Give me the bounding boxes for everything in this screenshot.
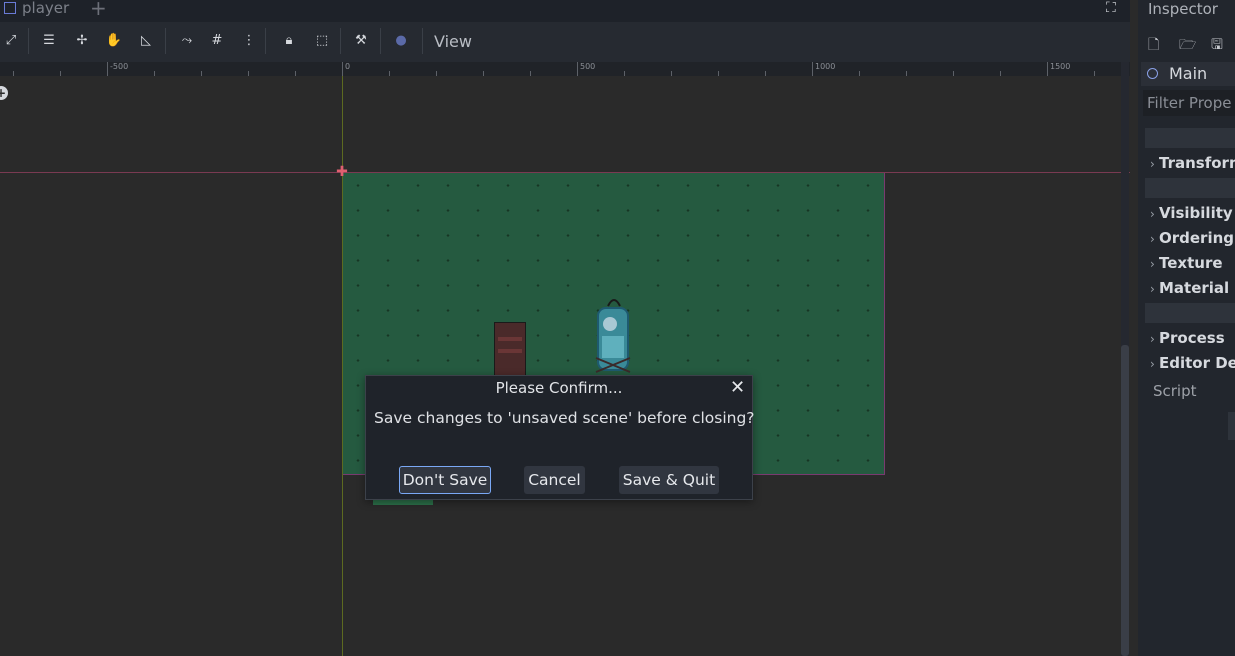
grid-snap-icon[interactable]: # [208,30,226,50]
inspected-node-label: Main [1169,64,1208,83]
camera-override-icon[interactable]: ● [392,30,410,50]
x-axis-guide [0,172,1130,173]
section-label: Editor Des [1159,354,1235,372]
ruler-icon[interactable]: ◺ [137,30,155,50]
section-material[interactable]: › Material [1150,279,1229,297]
more-options-icon[interactable]: ⋮ [240,30,258,50]
toolbar-divider [422,28,423,54]
section-process[interactable]: › Process [1150,329,1225,347]
ruler-major-tick [1047,62,1048,76]
tab-player-label: player [22,0,70,17]
toolbar-divider [380,28,381,54]
pan-hand-icon[interactable]: ✋ [105,30,123,50]
ruler-label: 500 [580,62,596,71]
group-icon[interactable]: ⬚ [313,30,331,50]
section-label: Ordering [1159,229,1235,247]
scrollbar-thumb[interactable] [1121,345,1129,656]
script-property-label: Script [1153,382,1197,400]
toolbar-divider [28,28,29,54]
ruler-major-tick [812,62,813,76]
dialog-message: Save changes to 'unsaved scene' before c… [374,409,755,427]
chevron-right-icon: › [1150,257,1155,271]
inspector-title[interactable]: Inspector [1148,0,1218,18]
ruler-major-tick [577,62,578,76]
ruler-major-tick [342,62,343,76]
origin-crosshair-icon: ✚ [336,164,348,180]
lock-icon[interactable]: 🔒︎ [280,30,298,50]
section-label: Transform [1159,154,1235,172]
y-axis-guide [342,76,343,656]
save-icon[interactable]: 🖫 [1211,34,1223,58]
section-visibility[interactable]: › Visibility [1150,204,1233,222]
fullscreen-icon[interactable]: ⛶ [1106,0,1116,16]
dialog-title: Please Confirm... [495,379,623,397]
toolbar-divider [165,28,166,54]
player-sprite[interactable] [592,292,634,376]
chevron-right-icon: › [1150,357,1155,371]
new-resource-icon[interactable]: 🗋 [1148,34,1159,58]
tab-player[interactable]: player [0,0,70,17]
category-header[interactable] [1145,303,1235,323]
section-label: Texture [1159,254,1223,272]
node-icon [1147,68,1158,79]
node2d-icon [4,2,16,14]
section-label: Material [1159,279,1230,297]
canvas-toolbar [0,22,1130,62]
add-tab-button[interactable]: + [90,0,107,20]
list-select-icon[interactable]: ☰ [40,30,58,50]
horizontal-ruler: -500 0 500 1000 1500 [0,62,1130,77]
chevron-right-icon: › [1150,232,1155,246]
ruler-label: 1000 [815,62,836,71]
toolbar-divider [340,28,341,54]
scene-tab-bar [0,0,1130,22]
script-property-field[interactable] [1228,412,1235,440]
ruler-label: -500 [110,62,129,71]
section-label: Visibility [1159,204,1233,222]
canvas-viewport[interactable]: ✚ + [0,76,1130,656]
ruler-major-tick [107,62,108,76]
add-icon[interactable]: + [0,86,8,100]
section-texture[interactable]: › Texture [1150,254,1223,272]
tile-fragment [373,500,433,505]
section-ordering[interactable]: › Ordering [1150,229,1234,247]
smart-snap-icon[interactable]: ⤳ [178,30,196,50]
save-and-quit-button[interactable]: Save & Quit [619,466,719,494]
dont-save-button[interactable]: Don't Save [399,466,491,494]
section-editor-description[interactable]: › Editor Des [1150,354,1235,372]
view-menu[interactable]: View [434,32,472,51]
section-label: Process [1159,329,1225,347]
pivot-icon[interactable]: ✢ [73,30,91,50]
open-folder-icon[interactable]: 🗁 [1179,34,1196,58]
filter-placeholder: Filter Prope [1147,94,1232,112]
toolbar-divider [265,28,266,54]
chevron-right-icon: › [1150,332,1155,346]
category-header[interactable] [1145,178,1235,198]
chevron-right-icon: › [1150,282,1155,296]
skeleton-bone-icon[interactable]: ⚒ [352,30,370,50]
player-character-icon [595,299,631,373]
close-icon[interactable]: ✕ [730,377,745,398]
chevron-right-icon: › [1150,157,1155,171]
expand-icon[interactable]: ⤢ [2,30,20,50]
category-header[interactable] [1145,128,1235,148]
ruler-label: 1500 [1050,62,1071,71]
ruler-label: 0 [345,62,351,71]
cancel-button[interactable]: Cancel [524,466,585,494]
chevron-right-icon: › [1150,207,1155,221]
section-transform[interactable]: › Transform [1150,154,1235,172]
